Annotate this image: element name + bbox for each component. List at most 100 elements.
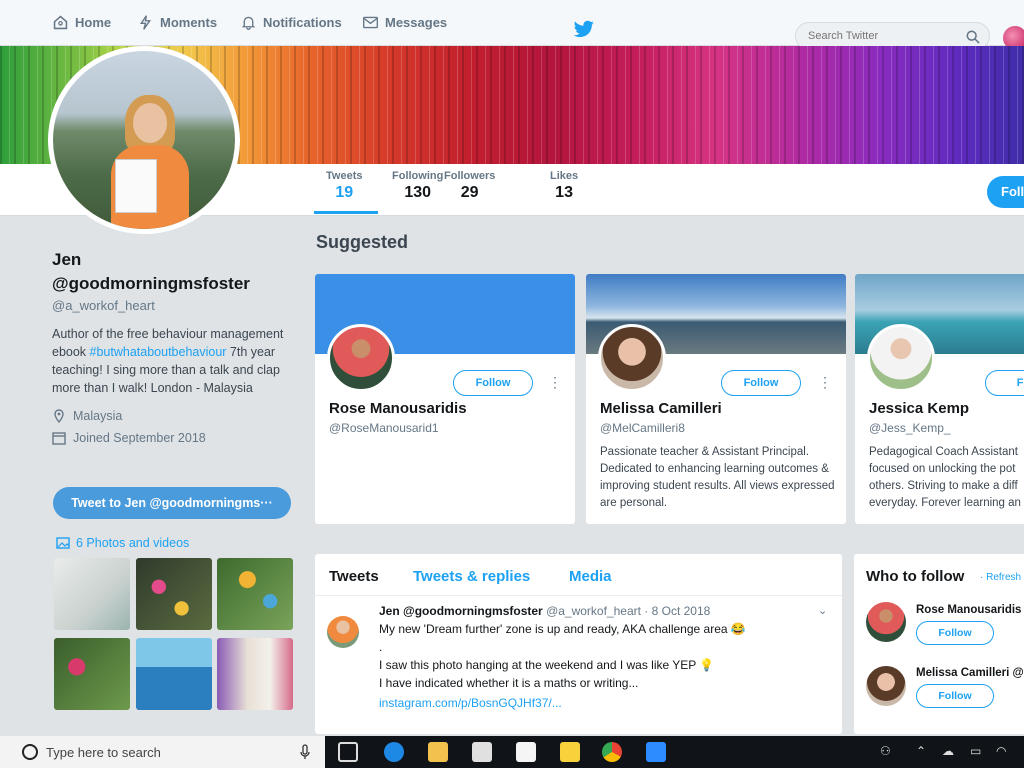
profile-name-line1: Jen <box>52 250 82 269</box>
photo-thumbnail[interactable] <box>217 638 293 710</box>
card-handle: @Jess_Kemp_ <box>869 421 951 435</box>
file-explorer-icon[interactable] <box>428 742 448 762</box>
tweet-text-line: . <box>379 640 383 654</box>
task-view-icon[interactable] <box>338 742 358 762</box>
profile-info: Jen @goodmorningmsfoster @a_workof_heart… <box>52 248 302 445</box>
profile-joined: Joined September 2018 <box>52 431 302 445</box>
photo-thumbnail[interactable] <box>54 638 130 710</box>
card-name[interactable]: Jessica Kemp <box>869 400 969 417</box>
follow-button[interactable]: Follow <box>721 370 801 396</box>
suggested-heading: Suggested <box>316 232 409 252</box>
more-options-icon[interactable]: ⋮ <box>818 374 832 391</box>
tweet-header: Jen @goodmorningmsfoster @a_workof_heart… <box>379 604 710 618</box>
profile-handle: @a_workof_heart <box>52 298 155 313</box>
who-name[interactable]: Melissa Camilleri @ <box>916 667 1024 679</box>
tweet-author-name[interactable]: Jen @goodmorningmsfoster <box>379 604 543 618</box>
chevron-up-icon[interactable]: ⌃ <box>916 744 926 758</box>
bio-hashtag-link[interactable]: #butwhataboutbehaviour <box>90 345 227 359</box>
location-pin-icon <box>54 409 64 423</box>
card-name[interactable]: Rose Manousaridis <box>329 400 467 417</box>
taskbar-search[interactable]: Type here to search <box>0 736 325 768</box>
people-icon[interactable]: ⚇ <box>880 744 891 758</box>
twitter-bird-icon[interactable] <box>573 20 595 38</box>
search-icon[interactable] <box>966 30 980 44</box>
who-name[interactable]: Rose Manousaridis <box>916 604 1021 616</box>
tweet-author-avatar[interactable] <box>327 616 359 648</box>
refresh-link[interactable]: · Refresh · <box>980 572 1024 583</box>
nav-messages-label: Messages <box>385 15 448 30</box>
nav-home[interactable]: Home <box>52 14 111 31</box>
follow-button[interactable]: Follow <box>453 370 533 396</box>
store-icon[interactable] <box>472 742 492 762</box>
card-avatar[interactable] <box>598 324 666 392</box>
card-handle: @MelCamilleri8 <box>600 421 685 435</box>
sticky-notes-icon[interactable] <box>560 742 580 762</box>
location-text: Malaysia <box>73 409 123 423</box>
tweet-link[interactable]: instagram.com/p/BosnGQJHf37/... <box>379 696 562 710</box>
tweet-to-button[interactable]: Tweet to Jen @goodmorningms··· <box>53 487 291 519</box>
suggested-card: Follow ⋮ Rose Manousaridis @RoseManousar… <box>315 274 575 524</box>
stat-label: Following <box>392 170 444 182</box>
tab-tweets-replies[interactable]: Tweets & replies <box>413 568 530 585</box>
joined-text: Joined September 2018 <box>73 431 206 445</box>
card-bio: Pedagogical Coach Assistant focused on u… <box>869 446 1021 509</box>
wifi-icon[interactable]: ◠ <box>996 744 1006 758</box>
stat-followers[interactable]: Followers 29 <box>444 170 495 202</box>
mail-icon[interactable] <box>516 742 536 762</box>
stat-tweets[interactable]: Tweets 19 <box>326 170 362 202</box>
stat-following[interactable]: Following 130 <box>392 170 443 202</box>
follow-button[interactable]: Foll <box>987 176 1024 208</box>
tab-media[interactable]: Media <box>569 568 612 585</box>
photos-link-label: 6 Photos and videos <box>76 536 190 550</box>
nav-messages[interactable]: Messages <box>362 14 447 31</box>
tweets-panel: Tweets Tweets & replies Media Jen @goodm… <box>315 554 842 734</box>
nav-notifications-label: Notifications <box>263 15 342 30</box>
stat-label: Likes <box>550 170 579 182</box>
chrome-icon[interactable] <box>602 742 622 762</box>
stat-label: Followers <box>444 170 496 182</box>
cortana-icon[interactable] <box>22 744 38 760</box>
follow-button[interactable]: Fol <box>985 370 1024 396</box>
who-avatar[interactable] <box>866 666 906 706</box>
who-to-follow-panel: Who to follow · Refresh · Rose Manousari… <box>854 554 1024 734</box>
stat-value: 19 <box>335 184 354 201</box>
follow-button[interactable]: Follow <box>916 684 994 708</box>
avatar-sign <box>115 159 157 213</box>
nav-home-label: Home <box>75 15 112 30</box>
profile-avatar[interactable] <box>48 46 240 234</box>
photo-thumbnail[interactable] <box>136 558 212 630</box>
stat-value: 29 <box>460 184 479 201</box>
photos-and-videos-link[interactable]: 6 Photos and videos <box>56 536 189 550</box>
stat-likes[interactable]: Likes 13 <box>550 170 578 202</box>
card-name[interactable]: Melissa Camilleri <box>600 400 722 417</box>
zoom-icon[interactable] <box>646 742 666 762</box>
card-avatar[interactable] <box>867 324 935 392</box>
tweet-author-meta: @a_workof_heart · 8 Oct 2018 <box>546 604 711 618</box>
card-avatar[interactable] <box>327 324 395 392</box>
tweet-text-line: My new 'Dream further' zone is up and re… <box>379 622 746 636</box>
tweets-tabs: Tweets Tweets & replies Media <box>315 554 842 596</box>
chevron-down-icon[interactable]: ⌄ <box>818 604 827 617</box>
microphone-icon[interactable] <box>300 744 310 760</box>
home-icon <box>53 15 68 30</box>
who-avatar[interactable] <box>866 602 906 642</box>
profile-name-line2: @goodmorningmsfoster <box>52 274 250 293</box>
tab-tweets[interactable]: Tweets <box>329 568 379 585</box>
taskbar-search-text: Type here to search <box>46 744 161 760</box>
photo-thumbnail[interactable] <box>54 558 130 630</box>
suggested-card: Follow ⋮ Melissa Camilleri @MelCamilleri… <box>586 274 846 524</box>
photo-thumbnail[interactable] <box>136 638 212 710</box>
photo-thumbnail[interactable] <box>217 558 293 630</box>
tweet-text-line: I have indicated whether it is a maths o… <box>379 676 639 690</box>
edge-browser-icon[interactable] <box>384 742 404 762</box>
more-options-icon[interactable]: ⋮ <box>548 374 562 391</box>
onedrive-icon[interactable]: ☁ <box>942 744 954 758</box>
nav-notifications[interactable]: Notifications <box>240 14 342 31</box>
suggested-card: Fol Jessica Kemp @Jess_Kemp_ Pedagogical… <box>855 274 1024 524</box>
nav-moments-label: Moments <box>160 15 218 30</box>
profile-bio: Author of the free behaviour management … <box>52 325 302 397</box>
nav-moments[interactable]: Moments <box>137 14 217 31</box>
follow-button[interactable]: Follow <box>916 621 994 645</box>
battery-icon[interactable]: ▭ <box>970 744 981 758</box>
top-nav: Home Moments Notifications Messages <box>0 0 1024 50</box>
